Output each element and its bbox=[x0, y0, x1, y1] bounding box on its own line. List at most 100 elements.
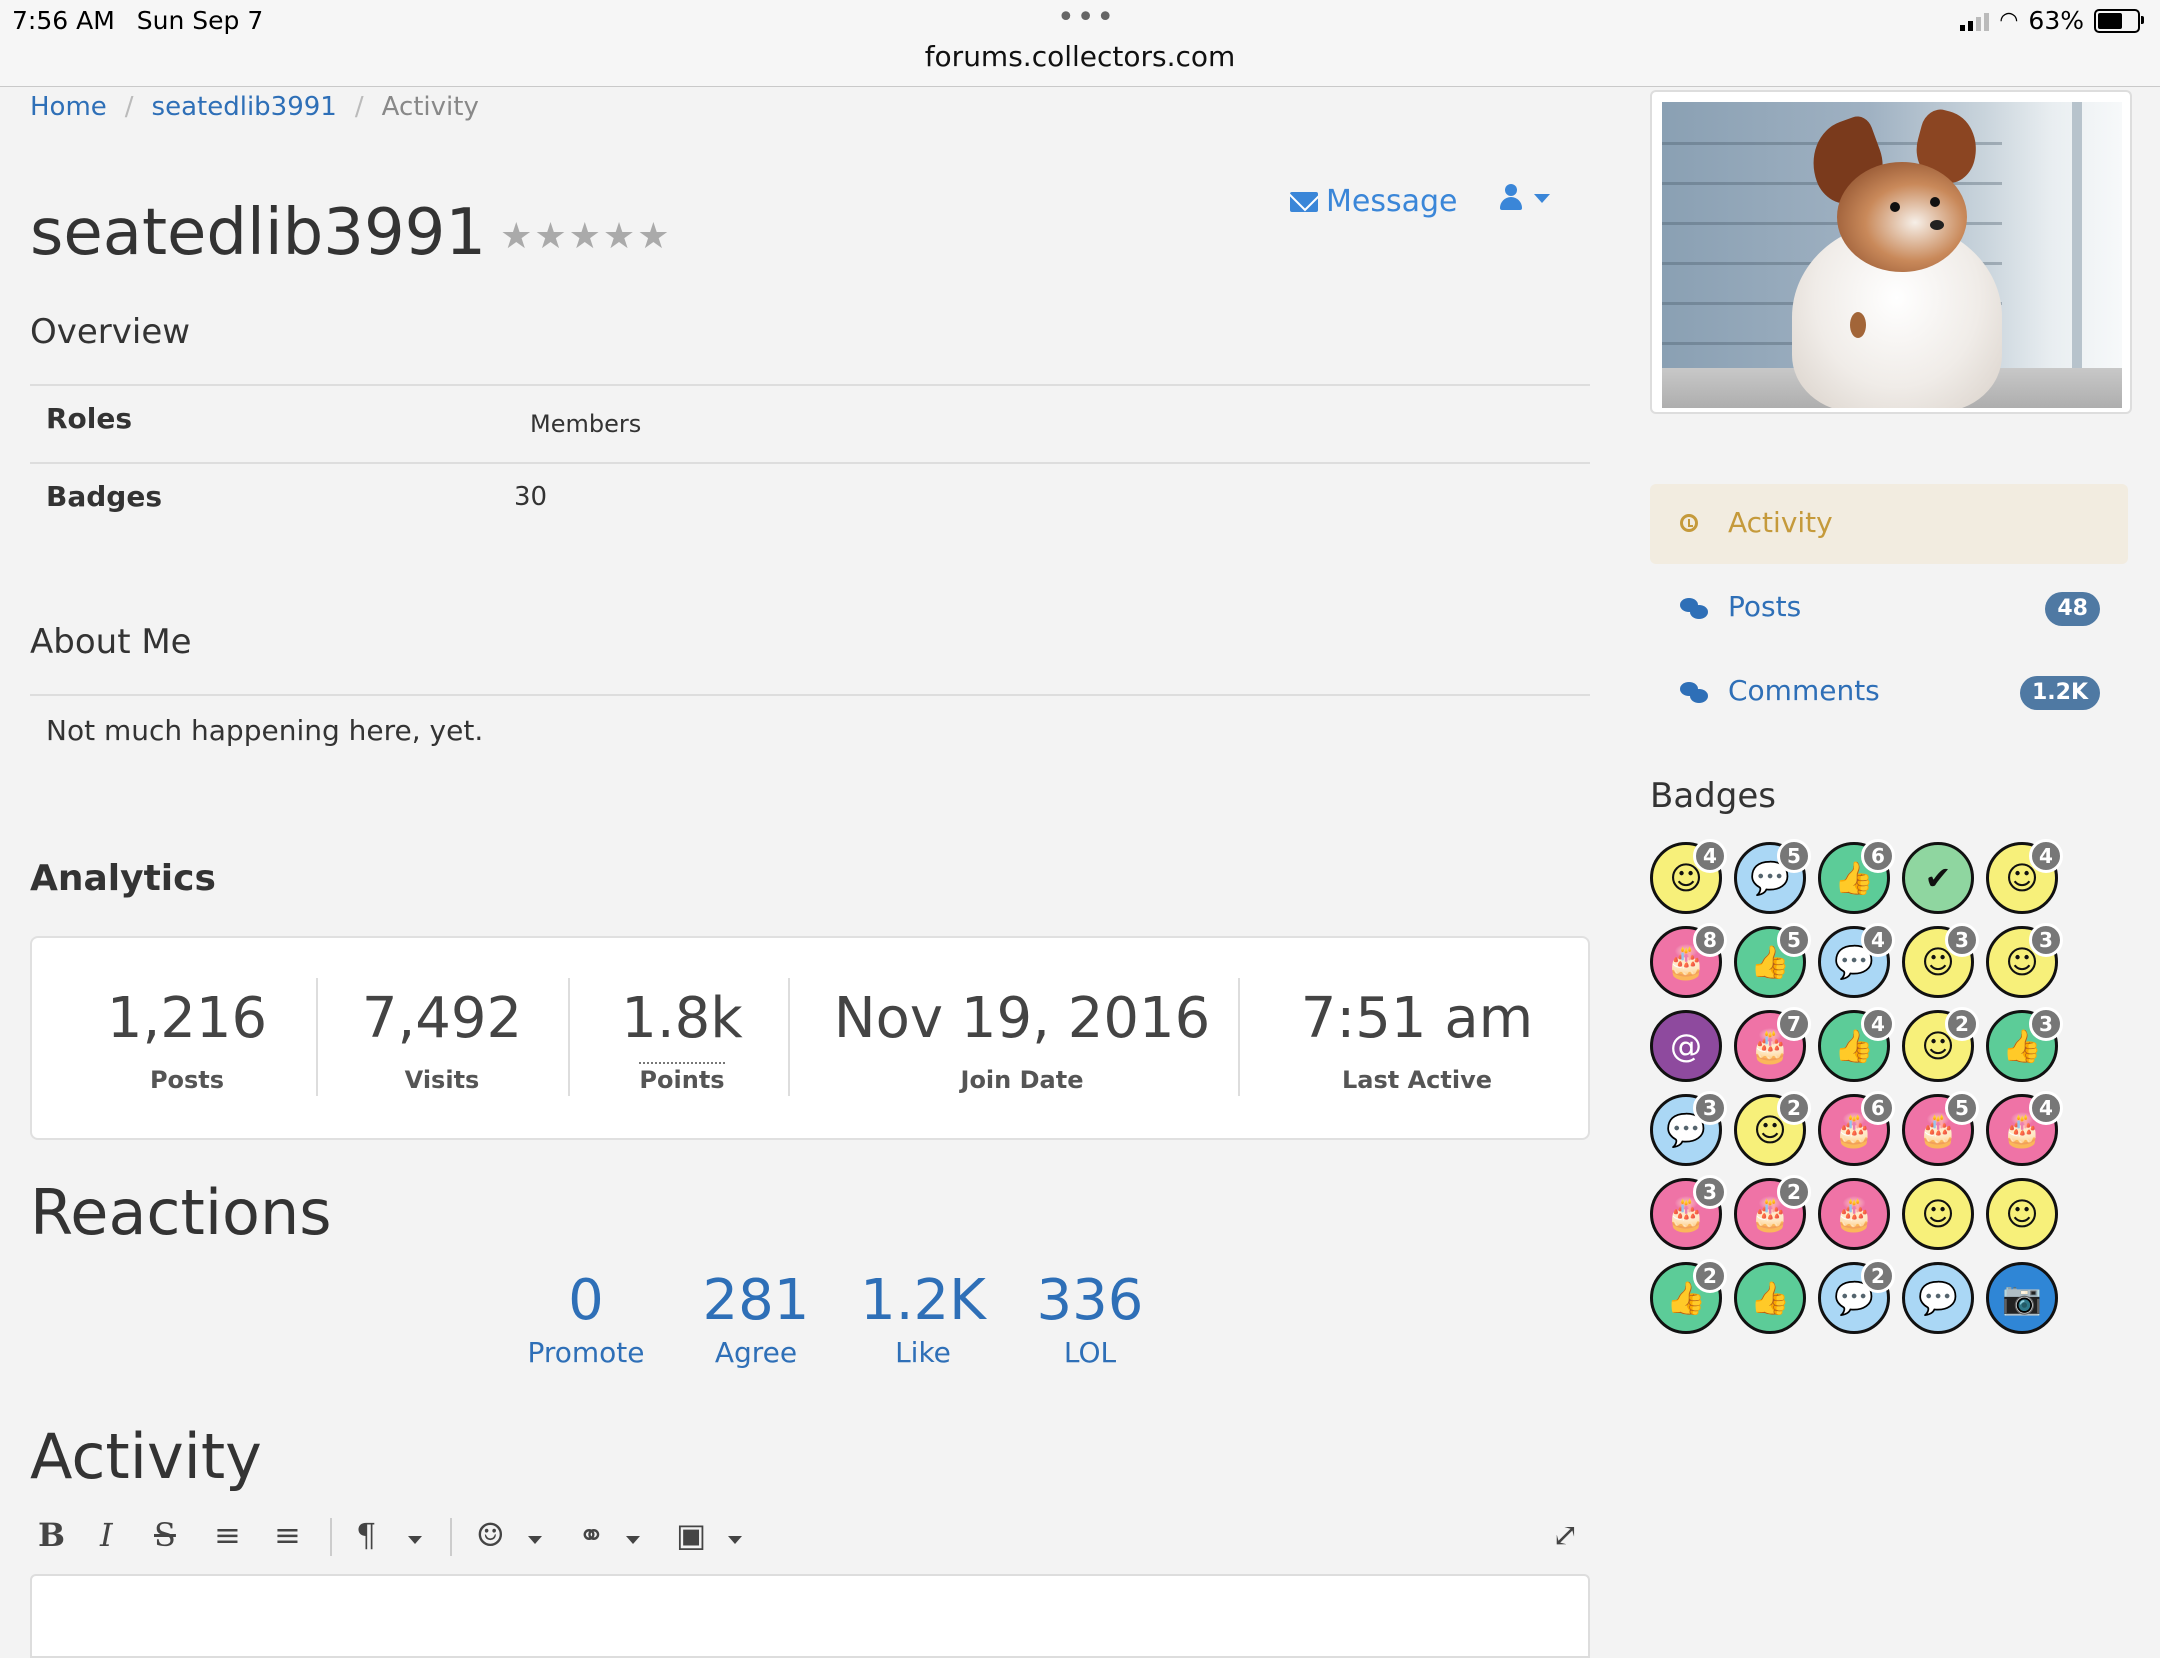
badge-thumbs-up-icon[interactable]: 👍 5 bbox=[1734, 923, 1811, 998]
badge-cake-icon[interactable]: 🎂 6 bbox=[1818, 1091, 1895, 1166]
address-bar[interactable]: forums.collectors.com bbox=[0, 40, 2160, 73]
address-book-icon: @ bbox=[1670, 1027, 1702, 1065]
badge-cake-icon[interactable]: 🎂 7 bbox=[1734, 1007, 1811, 1082]
smile-icon: ☺ bbox=[2005, 1195, 2039, 1233]
badge-smile-icon[interactable]: ☺ 4 bbox=[1650, 839, 1727, 914]
reaction-lol[interactable]: 336 LOL bbox=[1000, 1266, 1180, 1369]
badge-comment-icon[interactable]: 💬 5 bbox=[1734, 839, 1811, 914]
badge-check-icon[interactable]: ✔ bbox=[1902, 842, 1974, 914]
badge-thumbs-up-icon[interactable]: 👍 3 bbox=[1986, 1007, 2063, 1082]
clock-icon bbox=[1680, 514, 1698, 532]
divider bbox=[30, 384, 1590, 386]
badge-comment-icon[interactable]: 💬 3 bbox=[1650, 1091, 1727, 1166]
badge-cake-icon[interactable]: 🎂 5 bbox=[1902, 1091, 1979, 1166]
cake-icon: 🎂 bbox=[1834, 1195, 1874, 1233]
badge-address-book-icon[interactable]: @ bbox=[1650, 1010, 1722, 1082]
badge-count: 7 bbox=[1777, 1007, 1811, 1041]
reaction-promote[interactable]: 0 Promote bbox=[496, 1266, 676, 1369]
badge-thumbs-up-icon[interactable]: 👍 2 bbox=[1650, 1259, 1727, 1334]
divider bbox=[30, 462, 1590, 464]
badge-count: 5 bbox=[1777, 839, 1811, 873]
analytics-heading: Analytics bbox=[30, 858, 216, 899]
comment-icon: 💬 bbox=[1918, 1279, 1958, 1317]
badge-count: 2 bbox=[1945, 1007, 1979, 1041]
badge-smile-icon[interactable]: ☺ 2 bbox=[1902, 1007, 1979, 1082]
expand-icon[interactable]: ⤢ bbox=[1552, 1516, 1579, 1554]
thumbs-up-icon: 👍 bbox=[1750, 1279, 1790, 1317]
badge-comment-icon[interactable]: 💬 bbox=[1902, 1262, 1974, 1334]
sidebar-item-comments[interactable]: Comments 1.2K bbox=[1650, 652, 2128, 732]
camera-icon: 📷 bbox=[2002, 1279, 2042, 1317]
paragraph-format-button[interactable]: ¶ bbox=[356, 1516, 376, 1554]
breadcrumb-home[interactable]: Home bbox=[30, 92, 107, 122]
reaction-like[interactable]: 1.2K Like bbox=[833, 1266, 1013, 1369]
badge-count: 2 bbox=[1693, 1259, 1727, 1293]
badge-thumbs-up-icon[interactable]: 👍 4 bbox=[1818, 1007, 1895, 1082]
battery-percent: 63% bbox=[2028, 6, 2084, 35]
chevron-down-icon[interactable] bbox=[528, 1536, 542, 1544]
sidebar-item-posts[interactable]: Posts 48 bbox=[1650, 568, 2128, 648]
badge-count: 3 bbox=[1693, 1091, 1727, 1125]
italic-button[interactable]: I bbox=[100, 1516, 113, 1554]
roles-value: Members bbox=[530, 410, 642, 438]
badge-smile-icon[interactable]: ☺ bbox=[1986, 1178, 2058, 1250]
ordered-list-icon[interactable]: ≡ bbox=[214, 1516, 241, 1554]
activity-heading: Activity bbox=[30, 1420, 262, 1493]
badge-comment-icon[interactable]: 💬 4 bbox=[1818, 923, 1895, 998]
chevron-down-icon[interactable] bbox=[626, 1536, 640, 1544]
badge-smile-icon[interactable]: ☺ 3 bbox=[1902, 923, 1979, 998]
link-button[interactable]: ⚭ bbox=[578, 1516, 605, 1554]
stat-points[interactable]: 1.8k Points bbox=[582, 938, 782, 1138]
badge-thumbs-up-icon[interactable]: 👍 6 bbox=[1818, 839, 1895, 914]
reactions-heading: Reactions bbox=[30, 1176, 332, 1249]
badge-camera-icon[interactable]: 📷 bbox=[1986, 1262, 2058, 1334]
badge-cake-icon[interactable]: 🎂 4 bbox=[1986, 1091, 2063, 1166]
badge-thumbs-up-icon[interactable]: 👍 bbox=[1734, 1262, 1806, 1334]
chevron-down-icon[interactable] bbox=[728, 1536, 742, 1544]
avatar-photo bbox=[1662, 102, 2122, 408]
badge-wink-icon[interactable]: ☺ bbox=[1902, 1178, 1974, 1250]
chevron-down-icon[interactable] bbox=[408, 1536, 422, 1544]
user-options-dropdown[interactable] bbox=[1500, 184, 1550, 212]
editor-toolbar: B I S ≡ ≡ ¶ ☺ ⚭ ▣ ⤢ bbox=[30, 1506, 1590, 1566]
message-button[interactable]: Message bbox=[1290, 184, 1457, 219]
bullet-list-icon[interactable]: ≡ bbox=[274, 1516, 301, 1554]
status-indicators: ◠ 63% bbox=[1960, 6, 2144, 35]
image-button[interactable]: ▣ bbox=[676, 1516, 706, 1554]
emoji-button[interactable]: ☺ bbox=[476, 1516, 505, 1554]
sidebar-item-activity[interactable]: Activity bbox=[1650, 484, 2128, 564]
comments-count-badge: 1.2K bbox=[2019, 676, 2100, 710]
breadcrumb-user[interactable]: seatedlib3991 bbox=[152, 92, 337, 122]
stat-visits: 7,492 Visits bbox=[361, 986, 523, 1094]
wifi-icon: ◠ bbox=[1999, 8, 2019, 33]
badge-count: 6 bbox=[1861, 1091, 1895, 1125]
badge-wink-icon[interactable]: ☺ 3 bbox=[1986, 923, 2063, 998]
badge-count: 3 bbox=[2029, 923, 2063, 957]
badge-wink-icon[interactable]: ☺ 2 bbox=[1734, 1091, 1811, 1166]
comment-editor[interactable] bbox=[30, 1574, 1590, 1658]
breadcrumb: Home / seatedlib3991/Activity bbox=[30, 92, 479, 122]
badge-count: 4 bbox=[1861, 1007, 1895, 1041]
badge-cake-icon[interactable]: 🎂 8 bbox=[1650, 923, 1727, 998]
bold-button[interactable]: B bbox=[38, 1516, 65, 1554]
posts-count-badge: 48 bbox=[2045, 592, 2100, 626]
avatar bbox=[1650, 90, 2132, 414]
badge-wink-icon[interactable]: ☺ 4 bbox=[1986, 839, 2063, 914]
reaction-agree[interactable]: 281 Agree bbox=[666, 1266, 846, 1369]
multitasking-dots[interactable]: ••• bbox=[1057, 0, 1116, 35]
badge-grid: ☺ 4 💬 5 👍 6 ✔ ☺ 4 🎂 8 👍 5 💬 4 ☺ 3 ☺ 3 @ 🎂 7 👍 4 ☺ 2 👍 3 💬 3 ☺ 2 🎂 6 🎂 5 🎂 4 🎂 3… bbox=[1650, 839, 2070, 1342]
stat-last-active: 7:51 am Last Active bbox=[1300, 986, 1534, 1094]
badge-cake-icon[interactable]: 🎂 3 bbox=[1650, 1175, 1727, 1250]
about-text: Not much happening here, yet. bbox=[46, 714, 484, 747]
badge-count: 5 bbox=[1777, 923, 1811, 957]
badge-cake-icon[interactable]: 🎂 bbox=[1818, 1178, 1890, 1250]
comments-icon bbox=[1680, 598, 1708, 620]
badge-count: 2 bbox=[1777, 1091, 1811, 1125]
badge-count: 3 bbox=[2029, 1007, 2063, 1041]
badge-cake-icon[interactable]: 🎂 2 bbox=[1734, 1175, 1811, 1250]
badge-count: 5 bbox=[1945, 1091, 1979, 1125]
strikethrough-button[interactable]: S bbox=[154, 1516, 176, 1554]
badges-heading: Badges bbox=[1650, 776, 1776, 816]
roles-label: Roles bbox=[46, 402, 133, 435]
badge-comment-icon[interactable]: 💬 2 bbox=[1818, 1259, 1895, 1334]
